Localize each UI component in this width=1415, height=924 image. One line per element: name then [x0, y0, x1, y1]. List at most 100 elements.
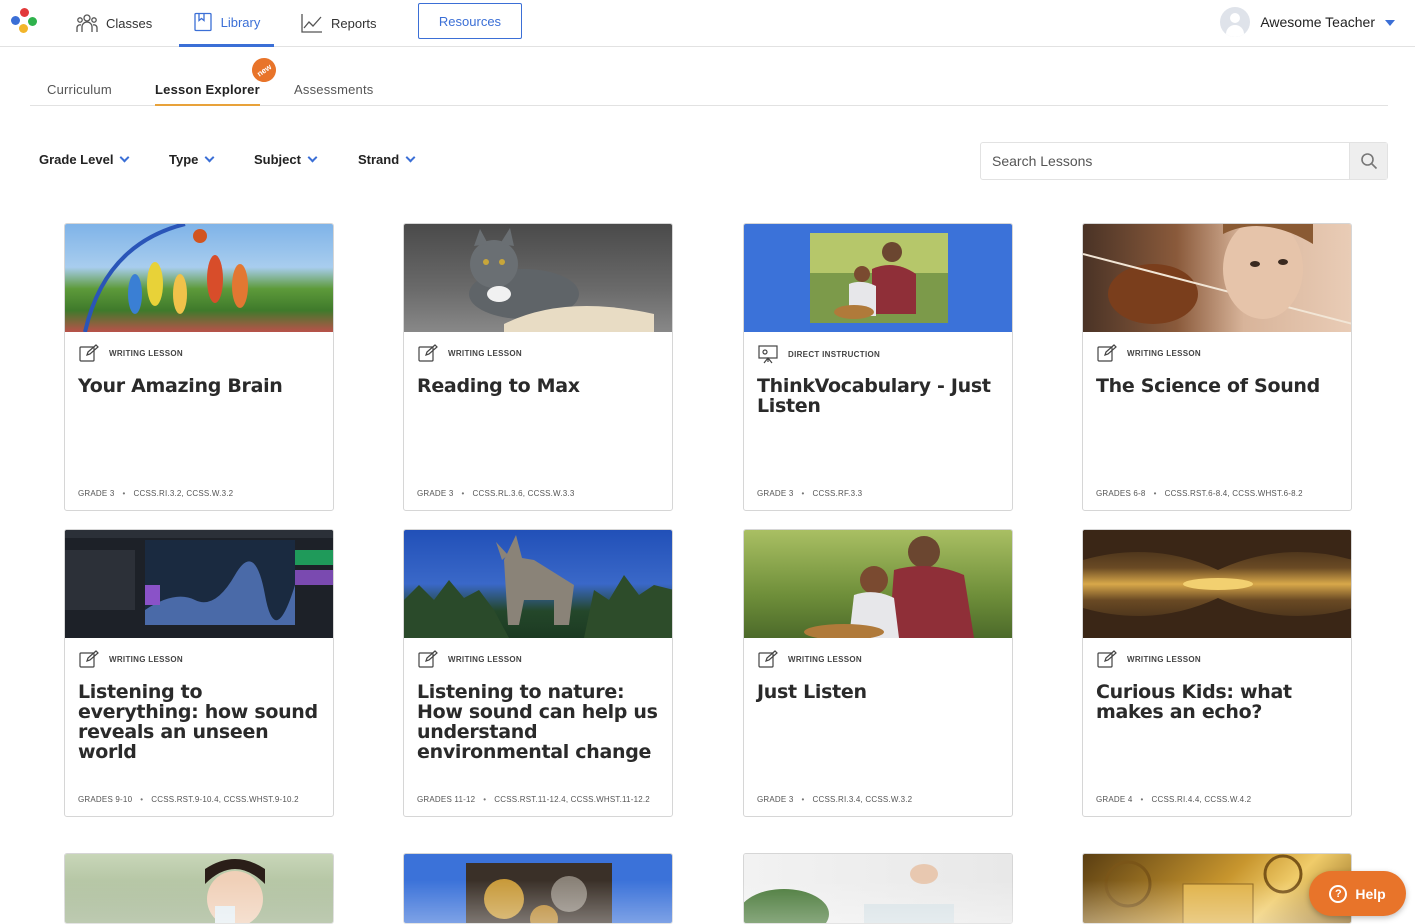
nav-item-classes[interactable]: Classes [76, 0, 152, 46]
nav-item-library[interactable]: Library [179, 0, 274, 47]
lesson-standards: CCSS.RI.3.2, CCSS.W.3.2 [133, 489, 234, 498]
lesson-standards: CCSS.RF.3.3 [812, 489, 863, 498]
nav-label-reports: Reports [331, 15, 377, 31]
filter-grade-level-label: Grade Level [39, 152, 114, 167]
lesson-meta: GRADE 4 • CCSS.RI.4.4, CCSS.W.4.2 [1096, 795, 1251, 804]
search-lessons [980, 142, 1388, 180]
lesson-meta: GRADES 9-10 • CCSS.RST.9-10.4, CCSS.WHST.9… [78, 795, 299, 804]
lesson-type: DIRECT INSTRUCTION [758, 344, 880, 364]
filter-grade-level[interactable]: Grade Level [39, 152, 130, 167]
lesson-type: WRITING LESSON [418, 344, 522, 362]
lesson-title: Just Listen [757, 681, 867, 703]
lesson-title: The Science of Sound [1096, 375, 1320, 397]
filter-strand[interactable]: Strand [358, 152, 416, 167]
lesson-title: Your Amazing Brain [78, 375, 283, 397]
pencil-note-icon [758, 650, 778, 668]
filter-subject[interactable]: Subject [254, 152, 318, 167]
lesson-grade: GRADE 4 [1096, 795, 1133, 804]
nav-label-classes: Classes [106, 15, 153, 31]
lesson-title: Curious Kids: what makes an echo? [1096, 681, 1292, 723]
resources-button[interactable]: Resources [418, 3, 522, 39]
lesson-type-label: WRITING LESSON [1127, 348, 1201, 358]
lesson-type: WRITING LESSON [418, 650, 522, 668]
app-logo[interactable] [10, 5, 40, 35]
chart-line-icon [301, 14, 322, 33]
lesson-card[interactable]: WRITING LESSON The Science of Sound GRAD… [1082, 223, 1352, 511]
tab-curriculum[interactable]: Curriculum [47, 82, 112, 97]
audio-software-photo [65, 530, 333, 638]
filter-type[interactable]: Type [169, 152, 215, 167]
pencil-note-icon [79, 650, 99, 668]
lesson-grade: GRADE 3 [757, 489, 794, 498]
bullet: • [461, 489, 465, 498]
father-child-photo [744, 224, 1012, 332]
lesson-grade: GRADE 3 [78, 489, 115, 498]
lesson-card[interactable]: DIRECT INSTRUCTION ThinkVocabulary - Jus… [743, 223, 1013, 511]
lesson-card[interactable] [403, 853, 673, 924]
top-nav-bar: Classes Library Reports Resources Awesom… [0, 0, 1415, 47]
search-input[interactable] [981, 143, 1349, 179]
lesson-card[interactable]: WRITING LESSON Listening to everything: … [64, 529, 334, 817]
cooking-photo [744, 854, 1012, 923]
lesson-card[interactable]: WRITING LESSON Your Amazing Brain GRADE … [64, 223, 334, 511]
lesson-meta: GRADES 6-8 • CCSS.RST.6-8.4, CCSS.WHST.6-8… [1096, 489, 1303, 498]
lesson-meta: GRADE 3 • CCSS.RI.3.4, CCSS.W.3.2 [757, 795, 912, 804]
lesson-type: WRITING LESSON [79, 344, 183, 362]
cave-photo [1083, 530, 1351, 638]
library-subtabs: Curriculum Lesson Explorer new Assessmen… [30, 53, 1388, 106]
lesson-grade: GRADE 3 [757, 795, 794, 804]
bullet: • [1140, 795, 1144, 804]
help-button[interactable]: ? Help [1309, 871, 1406, 916]
lesson-title: Reading to Max [417, 375, 580, 397]
pencil-note-icon [79, 344, 99, 362]
lesson-type-label: WRITING LESSON [1127, 654, 1201, 664]
chevron-down-icon [405, 152, 416, 163]
lesson-type-label: WRITING LESSON [109, 348, 183, 358]
lesson-standards: CCSS.RI.4.4, CCSS.W.4.2 [1151, 795, 1252, 804]
nav-item-reports[interactable]: Reports [301, 0, 377, 46]
lesson-title: Listening to nature: How sound can help … [417, 681, 658, 763]
bullet: • [122, 489, 126, 498]
lesson-grade: GRADES 6-8 [1096, 489, 1146, 498]
lesson-card[interactable]: WRITING LESSON Curious Kids: what makes … [1082, 529, 1352, 817]
chevron-down-icon [204, 152, 215, 163]
lesson-card[interactable] [743, 853, 1013, 924]
search-button[interactable] [1349, 143, 1387, 179]
lesson-card[interactable]: WRITING LESSON Listening to nature: How … [403, 529, 673, 817]
lesson-type: WRITING LESSON [1097, 650, 1201, 668]
chevron-down-icon [119, 152, 130, 163]
lesson-type: WRITING LESSON [758, 650, 862, 668]
lesson-standards: CCSS.RST.11-12.4, CCSS.WHST.11-12.2 [494, 795, 650, 804]
bullet: • [801, 795, 805, 804]
bullet: • [801, 489, 805, 498]
lesson-card[interactable]: WRITING LESSON Just Listen GRADE 3 • CCSS.… [743, 529, 1013, 817]
cat-book-photo [404, 224, 672, 332]
lesson-type-label: WRITING LESSON [788, 654, 862, 664]
lesson-meta: GRADE 3 • CCSS.RI.3.2, CCSS.W.3.2 [78, 489, 233, 498]
filter-strand-label: Strand [358, 152, 400, 167]
avatar [1220, 6, 1251, 37]
lesson-meta: GRADE 3 • CCSS.RF.3.3 [757, 489, 862, 498]
lesson-grade: GRADES 9-10 [78, 795, 133, 804]
lesson-type: WRITING LESSON [1097, 344, 1201, 362]
user-menu[interactable]: Awesome Teacher [1220, 0, 1395, 43]
lesson-standards: CCSS.RST.9-10.4, CCSS.WHST.9-10.2 [151, 795, 299, 804]
tab-assessments[interactable]: Assessments [294, 82, 374, 97]
lesson-type: WRITING LESSON [79, 650, 183, 668]
presentation-board-icon [758, 345, 778, 364]
nav-label-library: Library [220, 14, 261, 30]
pencil-note-icon [418, 344, 438, 362]
lesson-card[interactable]: WRITING LESSON Reading to Max GRADE 3 • CC… [403, 223, 673, 511]
lesson-card[interactable] [64, 853, 334, 924]
people-icon [76, 14, 98, 32]
bullet: • [1153, 489, 1157, 498]
tab-lesson-explorer[interactable]: Lesson Explorer [155, 82, 260, 106]
lesson-standards: CCSS.RI.3.4, CCSS.W.3.2 [812, 795, 913, 804]
pencil-note-icon [1097, 650, 1117, 668]
lesson-title: ThinkVocabulary - Just Listen [757, 375, 991, 417]
caret-down-icon [1385, 19, 1395, 26]
lesson-meta: GRADES 11-12 • CCSS.RST.11-12.4, CCSS.WHST… [417, 795, 650, 804]
question-icon: ? [1329, 884, 1348, 903]
wolf-photo [404, 530, 672, 638]
bullet: • [140, 795, 144, 804]
